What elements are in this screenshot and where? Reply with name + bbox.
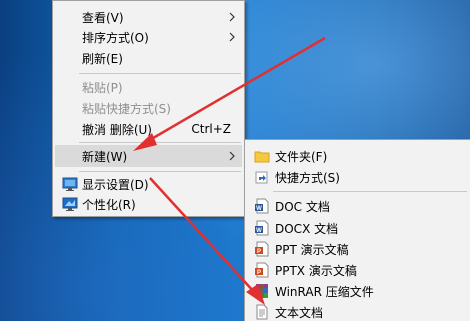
menu-item-sort-by[interactable]: 排序方式(O) [55,26,242,48]
submenu-item-label: WinRAR 压缩文件 [275,284,374,299]
menu-item-new[interactable]: 新建(W) [55,145,242,167]
menu-separator [79,73,241,74]
menu-item-refresh[interactable]: 刷新(E) [55,47,242,69]
menu-item-label: 粘贴快捷方式(S) [82,101,171,116]
shortcut-icon [255,171,268,184]
submenu-item-pptx[interactable]: P PPTX 演示文稿 [247,259,468,281]
menu-item-label: 个性化(R) [82,197,136,212]
submenu-item-label: PPT 演示文稿 [275,242,349,257]
svg-text:W: W [256,228,262,234]
submenu-item-text-document[interactable]: 文本文档 [247,301,468,321]
chevron-right-icon [229,151,235,161]
menu-separator [273,191,467,192]
submenu-item-label: 文本文档 [275,305,324,320]
menu-item-label: 刷新(E) [82,51,123,66]
submenu-item-shortcut[interactable]: 快捷方式(S) [247,166,468,188]
display-settings-icon [62,177,78,191]
submenu-item-winrar[interactable]: WinRAR 压缩文件 [247,280,468,302]
menu-item-label: 显示设置(D) [82,177,149,192]
submenu-item-folder[interactable]: 文件夹(F) [247,145,468,167]
word-doc-icon: W [255,198,269,214]
word-docx-icon: W [255,220,269,236]
desktop-context-menu: 查看(V) 排序方式(O) 刷新(E) 粘贴(P) 粘贴快捷方式(S) 撤消 删… [52,0,245,217]
menu-item-label: 撤消 删除(U) [82,122,152,137]
menu-item-label: 新建(W) [82,149,128,164]
text-document-icon [256,304,268,320]
menu-item-personalize[interactable]: 个性化(R) [55,193,242,215]
menu-separator [79,171,241,172]
folder-icon [254,151,270,163]
menu-item-label: 粘贴(P) [82,80,123,95]
powerpoint-icon: P [255,241,269,257]
submenu-item-label: PPTX 演示文稿 [275,263,357,278]
submenu-item-docx[interactable]: W DOCX 文档 [247,217,468,239]
submenu-item-label: DOC 文档 [275,199,330,214]
personalize-icon [62,197,78,211]
submenu-item-label: DOCX 文档 [275,221,339,236]
svg-text:P: P [257,249,261,255]
menu-item-paste[interactable]: 粘贴(P) [55,76,242,98]
submenu-item-label: 快捷方式(S) [275,170,340,185]
svg-text:P: P [257,270,261,276]
menu-item-label: 查看(V) [82,10,124,25]
menu-item-undo-delete[interactable]: 撤消 删除(U) Ctrl+Z [55,118,242,140]
chevron-right-icon [229,32,235,42]
menu-item-label: 排序方式(O) [82,30,149,45]
submenu-item-ppt[interactable]: P PPT 演示文稿 [247,238,468,260]
chevron-right-icon [229,12,235,22]
powerpoint-x-icon: P [255,262,269,278]
new-submenu: 文件夹(F) 快捷方式(S) W DOC 文档 W DOCX 文档 P PPT … [244,139,470,321]
menu-separator [79,142,241,143]
menu-item-display-settings[interactable]: 显示设置(D) [55,173,242,195]
menu-item-paste-shortcut[interactable]: 粘贴快捷方式(S) [55,97,242,119]
menu-item-view[interactable]: 查看(V) [55,6,242,28]
shortcut-text: Ctrl+Z [191,122,231,136]
submenu-item-label: 文件夹(F) [275,149,328,164]
winrar-icon [256,284,268,298]
submenu-item-doc[interactable]: W DOC 文档 [247,195,468,217]
svg-text:W: W [256,206,262,212]
